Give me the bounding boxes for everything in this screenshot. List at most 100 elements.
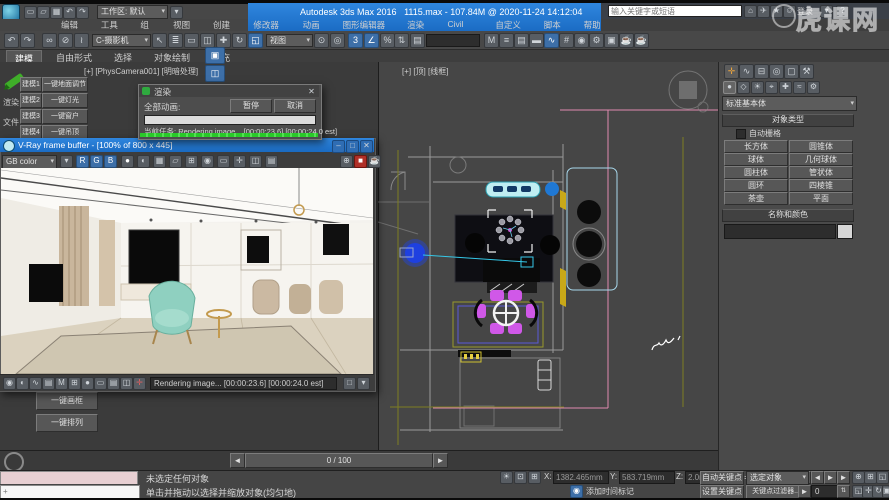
vfb-curves-icon[interactable]: ∿ xyxy=(29,377,42,390)
named-selection-field[interactable] xyxy=(426,34,480,47)
angle-snap-icon[interactable]: ∠ xyxy=(364,33,379,48)
primitive-type-dropdown[interactable]: 标准基本体 xyxy=(722,96,857,111)
vfb-blue-channel-icon[interactable]: B xyxy=(104,155,117,168)
frame-spinner[interactable]: ⇅ xyxy=(837,485,850,498)
helpers-category-icon[interactable]: ✚ xyxy=(779,81,792,94)
sphere-button[interactable]: 球体 xyxy=(724,153,788,166)
cylinder-button[interactable]: 圆柱体 xyxy=(724,166,788,179)
spinner-snap-icon[interactable]: ⇅ xyxy=(394,33,409,48)
vfb-render-last-icon[interactable]: ☕ xyxy=(368,155,381,168)
vfb-red-channel-icon[interactable]: R xyxy=(76,155,89,168)
vfb-stereo-icon[interactable]: ◫ xyxy=(120,377,133,390)
vfb-compare-icon[interactable]: ◫ xyxy=(249,155,262,168)
align-icon[interactable]: ≡ xyxy=(499,33,514,48)
shapes-category-icon[interactable]: ◇ xyxy=(737,81,750,94)
select-move-icon[interactable]: ✚ xyxy=(216,33,231,48)
menu-edit[interactable]: 编辑(E) xyxy=(56,19,93,31)
menu-group[interactable]: 组(G) xyxy=(135,19,165,31)
box-button[interactable]: 长方体 xyxy=(724,140,788,153)
render-setup-icon[interactable]: ⚙ xyxy=(589,33,604,48)
menu-civil-view[interactable]: Civil View xyxy=(443,19,488,31)
vfb-icc-icon[interactable]: ⊞ xyxy=(68,377,81,390)
vfb-debug-icon[interactable]: ✛ xyxy=(133,377,146,390)
add-time-tag[interactable]: 添加时间标记 xyxy=(586,486,634,497)
teapot-button[interactable]: 茶壶 xyxy=(724,192,788,205)
cameras-category-icon[interactable]: ⌖ xyxy=(765,81,778,94)
select-scale-icon[interactable]: ◱ xyxy=(248,33,263,48)
plugin-onekey-floor-button[interactable]: 一键地面调节 xyxy=(42,77,88,92)
select-link-icon[interactable]: ∞ xyxy=(42,33,57,48)
menu-animation[interactable]: 动画(A) xyxy=(298,19,335,31)
object-type-rollout[interactable]: 对象类型 xyxy=(722,114,854,127)
menu-help[interactable]: 帮助(H) xyxy=(579,19,616,31)
systems-category-icon[interactable]: ⚙ xyxy=(807,81,820,94)
x-coordinate-field[interactable]: 1382.465mm xyxy=(553,471,609,484)
vfb-stop-render-icon[interactable]: ■ xyxy=(354,155,367,168)
plugin-side-render[interactable]: 渲染 xyxy=(3,98,15,107)
spacewarps-category-icon[interactable]: ≈ xyxy=(793,81,806,94)
cancel-button[interactable]: 取消 xyxy=(274,99,316,113)
plugin-onekey-array-button[interactable]: 一键排列 xyxy=(36,414,98,432)
search-icon[interactable]: ⌂ xyxy=(744,5,757,18)
current-frame-field[interactable]: 0 xyxy=(811,485,840,498)
plugin-onekey-window-button[interactable]: 一键窗户 xyxy=(42,109,88,124)
vfb-save-image-icon[interactable]: ▦ xyxy=(153,155,166,168)
vfb-monochrome-icon[interactable]: ◐ xyxy=(137,155,150,168)
vfb-track-mouse-icon[interactable]: ✛ xyxy=(233,155,246,168)
menu-rendering[interactable]: 渲染(R) xyxy=(402,19,439,31)
maxscript-mini-listener-output[interactable] xyxy=(0,471,138,485)
vfb-bloom-icon[interactable]: ● xyxy=(81,377,94,390)
floating-tool-icon-1[interactable]: ▣ xyxy=(205,47,225,64)
rendered-frame-window-icon[interactable]: ▣ xyxy=(604,33,619,48)
save-file-icon[interactable]: ▦ xyxy=(50,6,63,19)
vfb-srgb-icon[interactable]: M xyxy=(55,377,68,390)
vfb-white-balance-icon[interactable]: ● xyxy=(121,155,134,168)
modify-tab-icon[interactable]: ∿ xyxy=(739,64,754,79)
vfb-pixel-info-icon[interactable]: ▭ xyxy=(94,377,107,390)
previous-frame-button[interactable]: ◄ xyxy=(811,471,824,484)
render-production-icon[interactable]: ☕ xyxy=(619,33,634,48)
play-button[interactable]: ► xyxy=(824,471,837,484)
rectangular-region-icon[interactable]: ▭ xyxy=(184,33,199,48)
redo-scene-icon[interactable]: ↷ xyxy=(20,33,35,48)
plugin-onekey-light-button[interactable]: 一键灯光 xyxy=(42,93,88,108)
search-input[interactable] xyxy=(608,5,742,17)
redo-icon[interactable]: ↷ xyxy=(76,6,89,19)
time-tag-camera-icon[interactable]: ◉ xyxy=(570,485,583,498)
maximize-viewport-icon[interactable]: ▣ xyxy=(882,485,889,498)
auto-key-button[interactable]: 自动关键点 xyxy=(700,471,744,485)
plane-button[interactable]: 平面 xyxy=(789,192,853,205)
menu-views[interactable]: 视图(V) xyxy=(168,19,205,31)
vfb-clear-icon[interactable]: ◉ xyxy=(201,155,214,168)
isolate-selection-icon[interactable]: ☀ xyxy=(500,471,513,484)
vfb-green-channel-icon[interactable]: G xyxy=(90,155,103,168)
pause-button[interactable]: 暂停 xyxy=(230,99,272,113)
vfb-options-icon[interactable]: ▾ xyxy=(357,377,370,390)
object-color-swatch[interactable] xyxy=(837,224,853,239)
percent-snap-icon[interactable]: % xyxy=(380,33,395,48)
torus-button[interactable]: 圆环 xyxy=(724,179,788,192)
hierarchy-tab-icon[interactable]: ⊟ xyxy=(754,64,769,79)
use-pivot-center-icon[interactable]: ⊙ xyxy=(314,33,329,48)
open-file-icon[interactable]: ▱ xyxy=(37,6,50,19)
reference-coord-dropdown[interactable]: 视图 xyxy=(266,34,313,47)
menu-graph-editors[interactable]: 图形编辑器(D) xyxy=(338,19,400,31)
schematic-view-icon[interactable]: # xyxy=(559,33,574,48)
object-name-field[interactable] xyxy=(724,224,836,239)
curve-editor-icon[interactable]: ∿ xyxy=(544,33,559,48)
vfb-exposure-icon[interactable]: ◐ xyxy=(16,377,29,390)
y-coordinate-field[interactable]: 583.719mm xyxy=(619,471,675,484)
time-slider-handle[interactable]: 0 / 100 xyxy=(245,453,433,468)
selection-filter-dropdown[interactable]: C-摄影机 xyxy=(92,34,151,47)
render-dialog-close-icon[interactable]: ✕ xyxy=(305,86,318,99)
zoom-extents-icon[interactable]: ◱ xyxy=(876,471,889,484)
viewcube[interactable] xyxy=(664,68,712,116)
plugin-modeling1-button[interactable]: 建模1 xyxy=(20,77,42,92)
edit-named-selection-icon[interactable]: ▤ xyxy=(410,33,425,48)
maxscript-mini-listener-input[interactable]: + xyxy=(0,485,140,499)
plugin-modeling2-button[interactable]: 建模2 xyxy=(20,93,42,108)
selection-lock-icon[interactable]: ⊡ xyxy=(514,471,527,484)
time-slider-prev-arrow[interactable]: ◄ xyxy=(230,453,245,468)
menu-modifiers[interactable]: 修改器(M) xyxy=(248,19,294,31)
workspace-extra-icon[interactable]: ▾ xyxy=(170,6,183,19)
